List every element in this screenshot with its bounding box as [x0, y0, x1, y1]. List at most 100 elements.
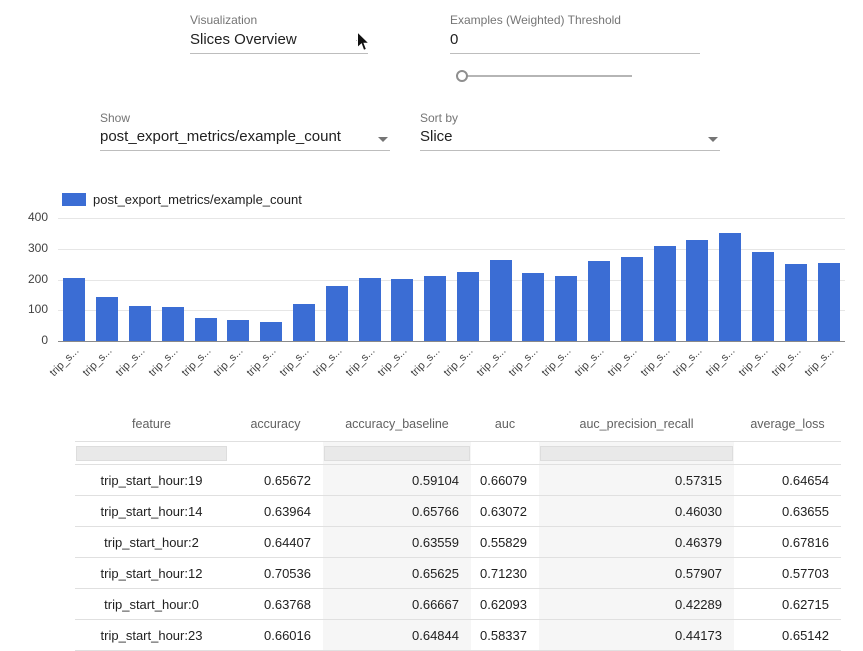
metric-cell: 0.58337 [471, 620, 539, 651]
tfma-slicing-metrics-page: { "controls": { "visualization": {"label… [0, 0, 863, 626]
table-row[interactable]: trip_start_hour:20.644070.635590.558290.… [75, 527, 841, 558]
sortby-label: Sort by [420, 111, 458, 125]
y-axis-tick-label: 300 [2, 241, 48, 255]
bar[interactable] [63, 278, 85, 341]
feature-cell: trip_start_hour:23 [75, 620, 228, 651]
metric-cell: 0.65672 [228, 465, 323, 496]
table-header-row: featureaccuracyaccuracy_baselineaucauc_p… [75, 407, 841, 442]
metric-cell: 0.64844 [323, 620, 471, 651]
bar[interactable] [621, 257, 643, 341]
metric-cell: 0.67816 [734, 527, 841, 558]
metric-cell: 0.46379 [539, 527, 734, 558]
bar[interactable] [326, 286, 348, 341]
bar[interactable] [752, 252, 774, 341]
bar[interactable] [129, 306, 151, 341]
metric-cell: 0.63964 [228, 496, 323, 527]
threshold-slider[interactable] [458, 70, 632, 82]
bar[interactable] [654, 246, 676, 341]
sortby-dropdown[interactable]: Slice [420, 128, 720, 151]
metric-cell: 0.62093 [471, 589, 539, 620]
legend-swatch [62, 193, 86, 206]
column-header-accuracy[interactable]: accuracy [228, 407, 323, 442]
threshold-input[interactable]: 0 [450, 31, 700, 54]
metric-cell: 0.42289 [539, 589, 734, 620]
bar[interactable] [785, 264, 807, 341]
metric-cell: 0.70536 [228, 558, 323, 589]
bar[interactable] [227, 320, 249, 341]
table-row[interactable]: trip_start_hour:230.660160.648440.583370… [75, 620, 841, 651]
filter-box[interactable] [76, 446, 227, 461]
bar[interactable] [719, 233, 741, 341]
bar[interactable] [96, 297, 118, 341]
bar[interactable] [686, 240, 708, 341]
column-header-auc_precision_recall[interactable]: auc_precision_recall [539, 407, 734, 442]
show-value: post_export_metrics/example_count [100, 128, 341, 145]
y-axis-tick-label: 400 [2, 210, 48, 224]
x-axis: trip_s...trip_s...trip_s...trip_s...trip… [0, 343, 863, 389]
table-row[interactable]: trip_start_hour:140.639640.657660.630720… [75, 496, 841, 527]
filter-cell [734, 442, 841, 465]
chevron-down-icon [378, 137, 388, 142]
slider-track[interactable] [458, 75, 632, 77]
show-dropdown[interactable]: post_export_metrics/example_count [100, 128, 390, 151]
table-filter-row [75, 442, 841, 465]
column-header-average_loss[interactable]: average_loss [734, 407, 841, 442]
metric-cell: 0.65625 [323, 558, 471, 589]
chevron-down-icon [708, 137, 718, 142]
visualization-value: Slices Overview [190, 31, 297, 48]
y-axis-tick-label: 200 [2, 272, 48, 286]
metric-cell: 0.66667 [323, 589, 471, 620]
filter-box[interactable] [540, 446, 733, 461]
legend-label: post_export_metrics/example_count [93, 192, 302, 207]
bar[interactable] [162, 307, 184, 341]
bar[interactable] [260, 322, 282, 341]
metric-cell: 0.46030 [539, 496, 734, 527]
bar[interactable] [457, 272, 479, 341]
metric-cell: 0.55829 [471, 527, 539, 558]
feature-cell: trip_start_hour:0 [75, 589, 228, 620]
gridline [58, 341, 845, 342]
metric-cell: 0.66016 [228, 620, 323, 651]
filter-cell [228, 442, 323, 465]
metric-cell: 0.44173 [539, 620, 734, 651]
slider-thumb[interactable] [456, 70, 468, 82]
metric-cell: 0.65766 [323, 496, 471, 527]
bar[interactable] [424, 276, 446, 341]
column-header-accuracy_baseline[interactable]: accuracy_baseline [323, 407, 471, 442]
table-row[interactable]: trip_start_hour:00.637680.666670.620930.… [75, 589, 841, 620]
gridline [58, 218, 845, 219]
filter-cell [471, 442, 539, 465]
bar[interactable] [522, 273, 544, 341]
visualization-dropdown[interactable]: Slices Overview [190, 31, 368, 54]
column-header-feature[interactable]: feature [75, 407, 228, 442]
bar[interactable] [555, 276, 577, 341]
table-row[interactable]: trip_start_hour:120.705360.656250.712300… [75, 558, 841, 589]
metric-cell: 0.64654 [734, 465, 841, 496]
metric-cell: 0.63559 [323, 527, 471, 558]
show-label: Show [100, 111, 130, 125]
bar[interactable] [818, 263, 840, 341]
y-axis-tick-label: 100 [2, 302, 48, 316]
bar[interactable] [293, 304, 315, 341]
bar[interactable] [359, 278, 381, 341]
filter-box[interactable] [324, 446, 470, 461]
column-header-auc[interactable]: auc [471, 407, 539, 442]
bar[interactable] [391, 279, 413, 341]
feature-cell: trip_start_hour:14 [75, 496, 228, 527]
metric-cell: 0.59104 [323, 465, 471, 496]
filter-cell [75, 442, 228, 465]
feature-cell: trip_start_hour:12 [75, 558, 228, 589]
metric-cell: 0.64407 [228, 527, 323, 558]
metric-cell: 0.62715 [734, 589, 841, 620]
bar[interactable] [490, 260, 512, 341]
metric-cell: 0.57907 [539, 558, 734, 589]
metrics-table: featureaccuracyaccuracy_baselineaucauc_p… [75, 407, 841, 651]
metric-cell: 0.57703 [734, 558, 841, 589]
bar-plot [58, 218, 845, 341]
chart-legend: post_export_metrics/example_count [62, 191, 302, 209]
table-row[interactable]: trip_start_hour:190.656720.591040.660790… [75, 465, 841, 496]
bar[interactable] [195, 318, 217, 341]
example-count-chart: post_export_metrics/example_count 010020… [0, 190, 863, 390]
bar[interactable] [588, 261, 610, 341]
sortby-value: Slice [420, 128, 453, 145]
